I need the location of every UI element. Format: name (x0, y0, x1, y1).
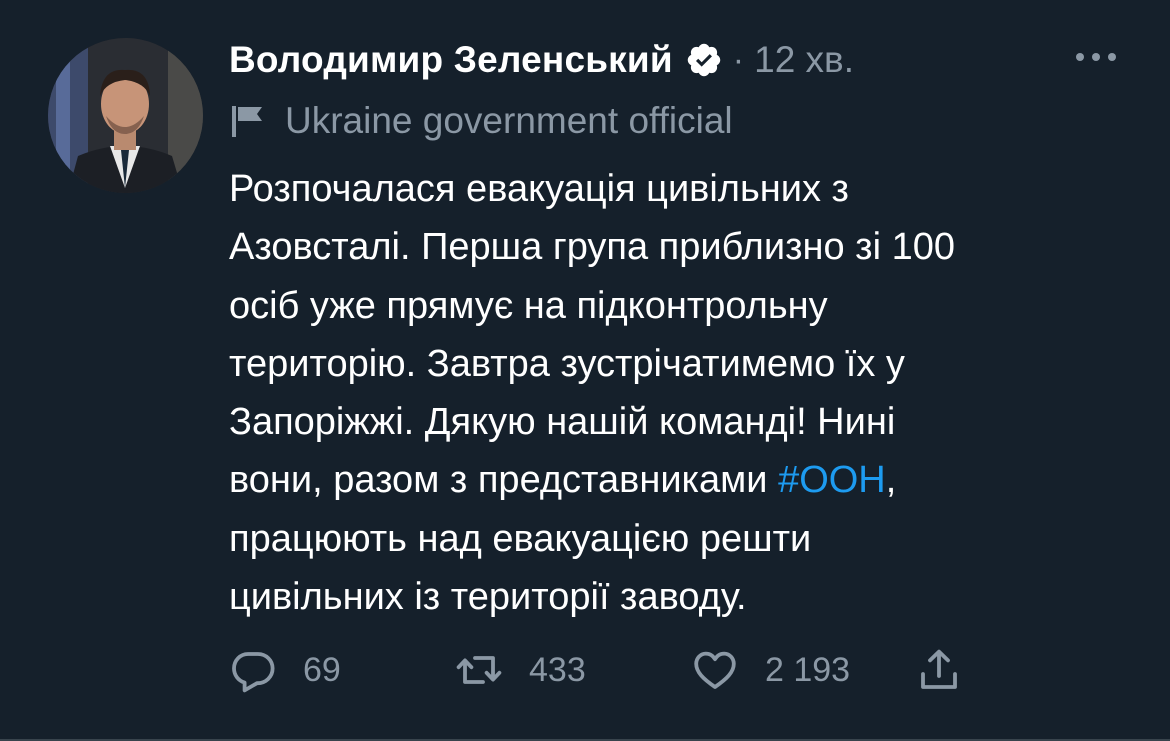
header-separator: · (732, 40, 745, 79)
flag-icon (229, 103, 265, 139)
share-button[interactable] (915, 640, 963, 700)
heart-icon (691, 646, 739, 694)
author-name[interactable]: Володимир Зеленський (229, 39, 673, 81)
reply-button[interactable]: 69 (229, 640, 341, 700)
tweet-text-line: Азовсталі. Перша група приблизно зі 100 (229, 226, 955, 269)
tweet-timestamp[interactable]: 12 хв. (754, 39, 854, 81)
tweet[interactable]: Володимир Зеленський · 12 хв. Ukraine go… (0, 0, 1170, 741)
tweet-text-line: Розпочалася евакуація цивільних з (229, 168, 849, 210)
government-label-text: Ukraine government official (285, 100, 733, 141)
avatar[interactable] (48, 38, 203, 193)
action-bar: 69 433 2 193 (229, 640, 1129, 700)
tweet-text-segment: , (885, 459, 897, 502)
avatar-image (48, 38, 203, 193)
retweet-button[interactable]: 433 (455, 640, 586, 700)
hashtag-link[interactable]: #ООН (778, 459, 886, 501)
tweet-text-line: Запоріжжі. Дякую нашій команді! Нині (229, 401, 896, 444)
tweet-text-line: цивільних із території заводу. (229, 576, 747, 619)
tweet-text: Розпочалася евакуація цивільних з Азовст… (229, 160, 1149, 626)
reply-icon (229, 646, 277, 694)
tweet-header: Володимир Зеленський · 12 хв. (229, 34, 854, 86)
share-icon (915, 646, 963, 694)
government-label[interactable]: Ukraine government official (229, 98, 733, 144)
retweet-count: 433 (529, 650, 586, 689)
retweet-icon (455, 646, 503, 694)
tweet-text-line-with-hashtag: вони, разом з представниками #ООН, (229, 451, 1149, 509)
more-options-icon[interactable] (1072, 44, 1120, 70)
reply-count: 69 (303, 650, 341, 689)
tweet-text-segment: вони, разом з представниками (229, 459, 779, 502)
tweet-text-line: осіб уже прямує на підконтрольну (229, 284, 828, 327)
tweet-text-line: працюють над евакуацією решти (229, 517, 812, 560)
like-button[interactable]: 2 193 (691, 640, 850, 700)
tweet-text-line: територію. Завтра зустрічатимемо їх у (229, 342, 905, 385)
verified-badge-icon (685, 41, 723, 79)
like-count: 2 193 (765, 650, 851, 689)
